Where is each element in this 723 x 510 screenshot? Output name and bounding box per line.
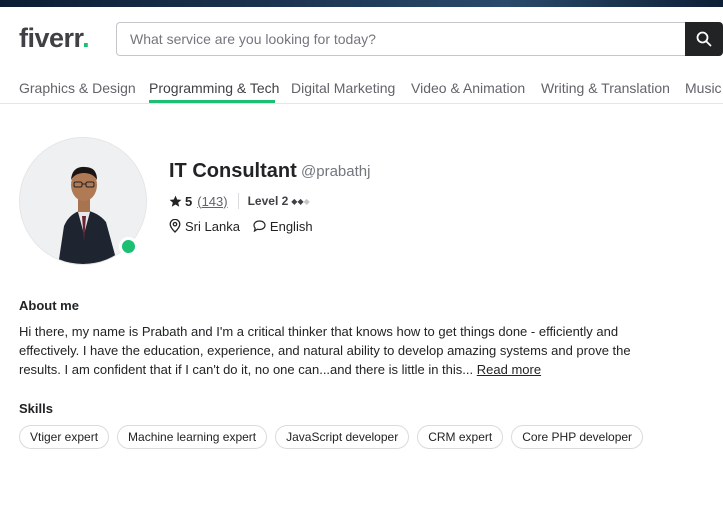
seller-level: Level 2: [247, 194, 289, 208]
skill-chip[interactable]: Vtiger expert: [19, 425, 110, 449]
chat-bubble-icon: [253, 220, 266, 232]
nav-item-writing-translation[interactable]: Writing & Translation: [541, 80, 670, 96]
about-description: Hi there, my name is Prabath and I'm a c…: [19, 322, 649, 379]
language-text: English: [269, 218, 313, 234]
online-status-indicator: [119, 237, 138, 256]
search-button[interactable]: [685, 22, 723, 56]
active-tab-indicator: [149, 100, 275, 103]
profile-title: IT Consultant: [169, 160, 297, 182]
nav-item-digital-marketing[interactable]: Digital Marketing: [291, 80, 395, 96]
about-heading: About me: [19, 298, 79, 313]
rating-row: 5 (143) Level 2 ◆◆◆: [169, 192, 310, 210]
logo-text: fiverr: [19, 23, 83, 53]
review-count-link[interactable]: (143): [197, 194, 227, 209]
nav-item-music[interactable]: Music: [685, 80, 722, 96]
search-icon: [696, 31, 712, 47]
rating-value: 5: [185, 193, 193, 209]
level-diamonds: ◆◆◆: [291, 197, 309, 206]
skill-chip[interactable]: JavaScript developer: [275, 425, 410, 449]
profile-handle: @prabathj: [301, 163, 371, 180]
profile-meta: Sri Lanka English: [169, 217, 313, 235]
fiverr-logo[interactable]: fiverr.: [19, 23, 90, 53]
read-more-link[interactable]: Read more: [477, 362, 541, 377]
diamond-icon: ◆: [303, 196, 310, 206]
browser-top-strip: [0, 0, 723, 7]
skill-chip[interactable]: Core PHP developer: [511, 425, 644, 449]
site-header: fiverr.: [0, 7, 723, 71]
rating-divider: [237, 193, 239, 209]
skills-heading: Skills: [19, 401, 53, 416]
search-input[interactable]: [117, 23, 686, 55]
logo-dot: .: [82, 23, 90, 53]
star-icon: [169, 195, 182, 207]
location-pin-icon: [169, 219, 181, 233]
skill-chip[interactable]: Machine learning expert: [117, 425, 268, 449]
skill-chip[interactable]: CRM expert: [417, 425, 504, 449]
search-bar: [116, 22, 686, 56]
skills-list: Vtiger expert Machine learning expert Ja…: [19, 425, 644, 449]
category-nav: Graphics & Design Programming & Tech Dig…: [0, 71, 723, 104]
nav-item-graphics-design[interactable]: Graphics & Design: [19, 80, 136, 96]
nav-item-video-animation[interactable]: Video & Animation: [411, 80, 525, 96]
location-text: Sri Lanka: [185, 218, 240, 234]
nav-item-programming-tech[interactable]: Programming & Tech: [149, 80, 279, 96]
